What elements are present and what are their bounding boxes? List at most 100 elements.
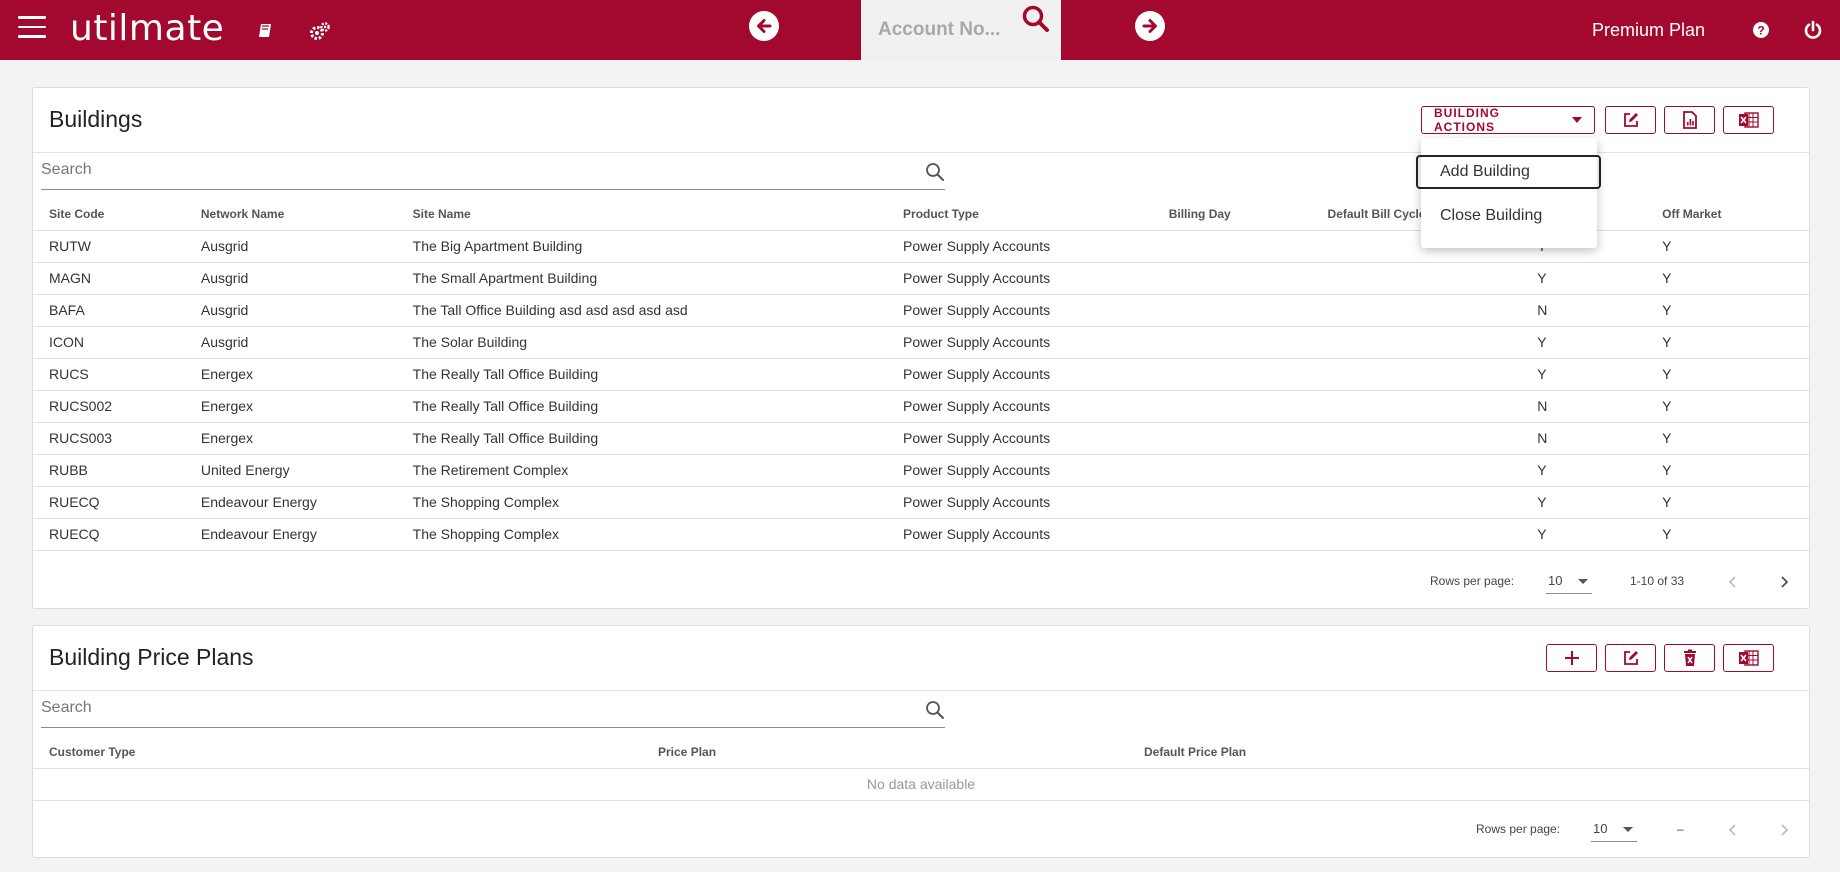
edit-button[interactable] (1605, 106, 1656, 134)
cell-default-bill-cycle (1311, 422, 1522, 455)
table-row[interactable]: BAFA Ausgrid The Tall Office Building asd … (33, 294, 1809, 327)
cell-hidden: Y (1521, 358, 1647, 391)
book-icon[interactable] (255, 20, 277, 42)
search-icon[interactable] (925, 700, 945, 725)
arrow-left-icon[interactable] (749, 11, 779, 41)
cell-hidden: Y (1521, 262, 1647, 295)
menu-icon[interactable] (18, 16, 46, 38)
table-row[interactable]: RUBB United Energy The Retirement Complex P… (33, 454, 1809, 487)
table-row[interactable]: RUCS003 Energex The Really Tall Office Bui… (33, 422, 1809, 455)
cell-billing-day (1152, 390, 1312, 423)
cell-hidden: Y (1521, 454, 1647, 487)
table-row[interactable]: ICON Ausgrid The Solar Building Power Suppl… (33, 326, 1809, 359)
cell-site-name: The Really Tall Office Building (396, 358, 888, 391)
cell-default-bill-cycle (1311, 454, 1522, 487)
table-row[interactable]: RUECQ Endeavour Energy The Shopping Comple… (33, 518, 1809, 551)
cell-hidden: N (1521, 294, 1647, 327)
cell-site-code: RUTW (33, 230, 185, 263)
edit-price-plan-button[interactable] (1605, 644, 1656, 672)
header-divider (33, 690, 1809, 691)
account-search[interactable] (861, 0, 1061, 60)
column-header-off-market[interactable]: Off Market (1646, 198, 1809, 231)
cell-billing-day (1152, 294, 1312, 327)
add-price-plan-button[interactable] (1546, 644, 1597, 672)
building-actions-button[interactable]: BUILDING ACTIONS (1421, 106, 1595, 134)
brand-logo: utilmate (70, 8, 225, 49)
cell-product-type: Power Supply Accounts (887, 422, 1153, 455)
no-data-message: No data available (33, 768, 1809, 801)
column-header-network-name[interactable]: Network Name (184, 198, 397, 231)
price-plans-search[interactable] (41, 692, 945, 728)
account-search-input[interactable] (878, 19, 1018, 41)
cell-off-market: Y (1646, 230, 1809, 263)
buildings-search[interactable] (41, 154, 945, 190)
add-icon (1564, 651, 1579, 665)
cell-site-code: BAFA (33, 294, 185, 327)
search-icon[interactable] (925, 162, 945, 187)
prev-page-button[interactable] (1719, 568, 1747, 596)
building-actions-menu: Add Building Close Building (1416, 138, 1601, 248)
cell-hidden: N (1521, 422, 1647, 455)
menu-item-add-building[interactable]: Add Building (1416, 155, 1601, 189)
cell-default-bill-cycle (1311, 518, 1522, 551)
cell-product-type: Power Supply Accounts (887, 390, 1153, 423)
rows-per-page-label: Rows per page: (1476, 822, 1561, 836)
column-header-product-type[interactable]: Product Type (887, 198, 1153, 231)
cell-product-type: Power Supply Accounts (887, 358, 1153, 391)
next-page-button[interactable] (1770, 816, 1798, 844)
table-row[interactable]: RUCS002 Energex The Really Tall Office Bui… (33, 390, 1809, 423)
cell-site-name: The Shopping Complex (396, 486, 888, 519)
settings-icon[interactable] (309, 20, 331, 42)
buildings-search-input[interactable] (41, 161, 901, 179)
help-icon[interactable]: ? (1751, 20, 1771, 40)
cell-off-market: Y (1646, 518, 1809, 551)
buildings-pagination: Rows per page: 10 1-10 of 33 (33, 552, 1809, 608)
arrow-right-icon[interactable] (1135, 11, 1165, 41)
cell-site-code: RUECQ (33, 518, 185, 551)
next-page-button[interactable] (1770, 568, 1798, 596)
cell-off-market: Y (1646, 358, 1809, 391)
report-icon (1682, 111, 1697, 129)
prev-page-button[interactable] (1719, 816, 1747, 844)
column-header-default-price-plan[interactable]: Default Price Plan (1128, 736, 1809, 769)
excel-export-button[interactable] (1723, 644, 1774, 672)
cell-network-name: Endeavour Energy (184, 518, 397, 551)
cell-billing-day (1152, 422, 1312, 455)
rows-per-page-select[interactable]: 10 (1546, 570, 1592, 594)
cell-site-name: The Tall Office Building asd asd asd asd… (396, 294, 888, 327)
table-row[interactable]: MAGN Ausgrid The Small Apartment Building P… (33, 262, 1809, 295)
price-plans-search-input[interactable] (41, 699, 901, 717)
column-header-customer-type[interactable]: Customer Type (33, 736, 642, 769)
cell-default-bill-cycle (1311, 486, 1522, 519)
chevron-left-icon (1728, 824, 1736, 836)
plan-label: Premium Plan (1592, 20, 1706, 40)
price-plans-pagination: Rows per page: 10 – (33, 800, 1809, 856)
cell-product-type: Power Supply Accounts (887, 486, 1153, 519)
delete-price-plan-button[interactable] (1664, 644, 1715, 672)
column-header-site-name[interactable]: Site Name (396, 198, 888, 231)
menu-item-close-building[interactable]: Close Building (1421, 198, 1597, 234)
table-row[interactable]: RUECQ Endeavour Energy The Shopping Comple… (33, 486, 1809, 519)
column-header-site-code[interactable]: Site Code (33, 198, 185, 231)
search-icon[interactable] (1021, 4, 1051, 39)
rows-per-page-select[interactable]: 10 (1591, 818, 1637, 842)
cell-network-name: Ausgrid (184, 262, 397, 295)
table-header-row: Customer Type Price Plan Default Price P… (33, 736, 1809, 769)
cell-product-type: Power Supply Accounts (887, 454, 1153, 487)
caret-down-icon (1572, 117, 1582, 123)
cell-site-name: The Shopping Complex (396, 518, 888, 551)
page-range: 1-10 of 33 (1630, 574, 1685, 588)
cell-product-type: Power Supply Accounts (887, 294, 1153, 327)
cell-site-code: RUECQ (33, 486, 185, 519)
excel-export-button[interactable] (1723, 106, 1774, 134)
table-row[interactable]: RUCS Energex The Really Tall Office Buildi… (33, 358, 1809, 391)
cell-hidden: Y (1521, 486, 1647, 519)
column-header-price-plan[interactable]: Price Plan (642, 736, 1128, 769)
column-header-billing-day[interactable]: Billing Day (1152, 198, 1312, 231)
report-button[interactable] (1664, 106, 1715, 134)
edit-icon (1623, 651, 1638, 665)
cell-billing-day (1152, 486, 1312, 519)
svg-text:?: ? (1757, 24, 1764, 38)
edit-icon (1623, 113, 1638, 127)
power-icon[interactable] (1803, 20, 1823, 40)
